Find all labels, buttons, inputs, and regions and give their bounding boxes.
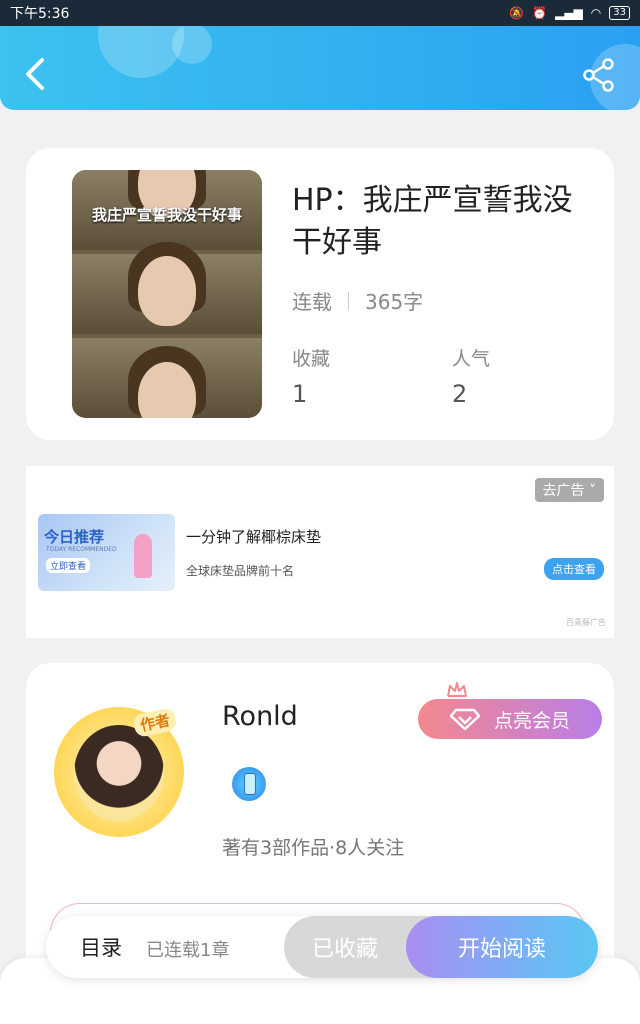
crown-icon (447, 682, 467, 697)
avatar-photo (74, 725, 164, 821)
ad-banner[interactable]: 去广告 ˅ 今日推荐 TODAY RECOMMENDED 立即查看 一分钟了解椰… (26, 466, 614, 638)
ad-cta-button[interactable]: 点击查看 (544, 558, 604, 580)
ad-image-button: 立即查看 (46, 558, 91, 573)
cover-figure (138, 256, 196, 326)
start-reading-button[interactable]: 开始阅读 (406, 916, 598, 978)
book-status: 连载 (292, 290, 332, 314)
status-bar: 下午5:36 🔕 ⏰ ▂▄▆ ◠ 33 (0, 0, 640, 26)
popularity-value: 2 (452, 380, 468, 408)
ad-image-subtitle: TODAY RECOMMENDED (46, 546, 117, 553)
status-icons: 🔕 ⏰ ▂▄▆ ◠ 33 (509, 6, 630, 20)
remove-ad-button[interactable]: 去广告 ˅ (534, 478, 604, 502)
saved-label: 已收藏 (312, 937, 379, 962)
ad-image-title: 今日推荐 (44, 528, 105, 546)
wifi-icon: ◠ (590, 6, 602, 20)
ad-image[interactable]: 今日推荐 TODAY RECOMMENDED 立即查看 (38, 514, 175, 591)
mute-icon: 🔕 (509, 6, 525, 20)
toc-button[interactable]: 目录 (80, 932, 122, 962)
book-meta: 连载 365字 (292, 286, 423, 315)
author-stats: 著有3部作品·8人关注 (222, 837, 405, 859)
favorites-label: 收藏 (292, 348, 331, 370)
book-info-card: 我庄严宣誓我没干好事 HP：我庄严宣誓我没干好事 连载 365字 收藏 1 人气… (26, 148, 614, 440)
bottom-action-bar: 目录 已连载1章 已收藏 开始阅读 (46, 916, 598, 978)
chapter-count[interactable]: 已连载1章 (146, 936, 229, 962)
author-name[interactable]: Ronld (222, 701, 298, 732)
decor-bubble (98, 26, 184, 78)
battery-icon: 33 (609, 6, 630, 20)
ad-illustration (134, 534, 152, 578)
share-icon[interactable] (582, 58, 616, 92)
meta-divider (348, 291, 349, 310)
ad-subtitle: 全球床垫品牌前十名 (186, 564, 295, 578)
book-title: HP：我庄严宣誓我没干好事 (292, 183, 573, 260)
ad-title: 一分钟了解椰棕床垫 (186, 528, 322, 546)
word-count: 365字 (365, 290, 424, 314)
alarm-icon: ⏰ (532, 6, 548, 20)
signal-icon: ▂▄▆ (555, 6, 583, 20)
top-header (0, 26, 640, 110)
vip-label: 点亮会员 (493, 709, 570, 732)
cover-caption: 我庄严宣誓我没干好事 (91, 206, 242, 224)
back-arrow-icon[interactable] (20, 56, 50, 92)
book-cover[interactable]: 我庄严宣誓我没干好事 (72, 170, 262, 418)
status-time: 下午5:36 (10, 6, 70, 22)
avatar[interactable]: 作者 (54, 706, 184, 837)
popularity-label: 人气 (452, 348, 491, 370)
decor-bubble (172, 26, 212, 64)
ad-source: 百青藤广告 (566, 618, 606, 627)
read-label: 开始阅读 (457, 937, 546, 962)
author-tag: 作者 (132, 706, 178, 739)
activate-vip-button[interactable]: 点亮会员 (418, 699, 602, 739)
favorites-value: 1 (292, 380, 308, 408)
level-badge-icon (232, 767, 266, 801)
diamond-icon (449, 708, 480, 730)
